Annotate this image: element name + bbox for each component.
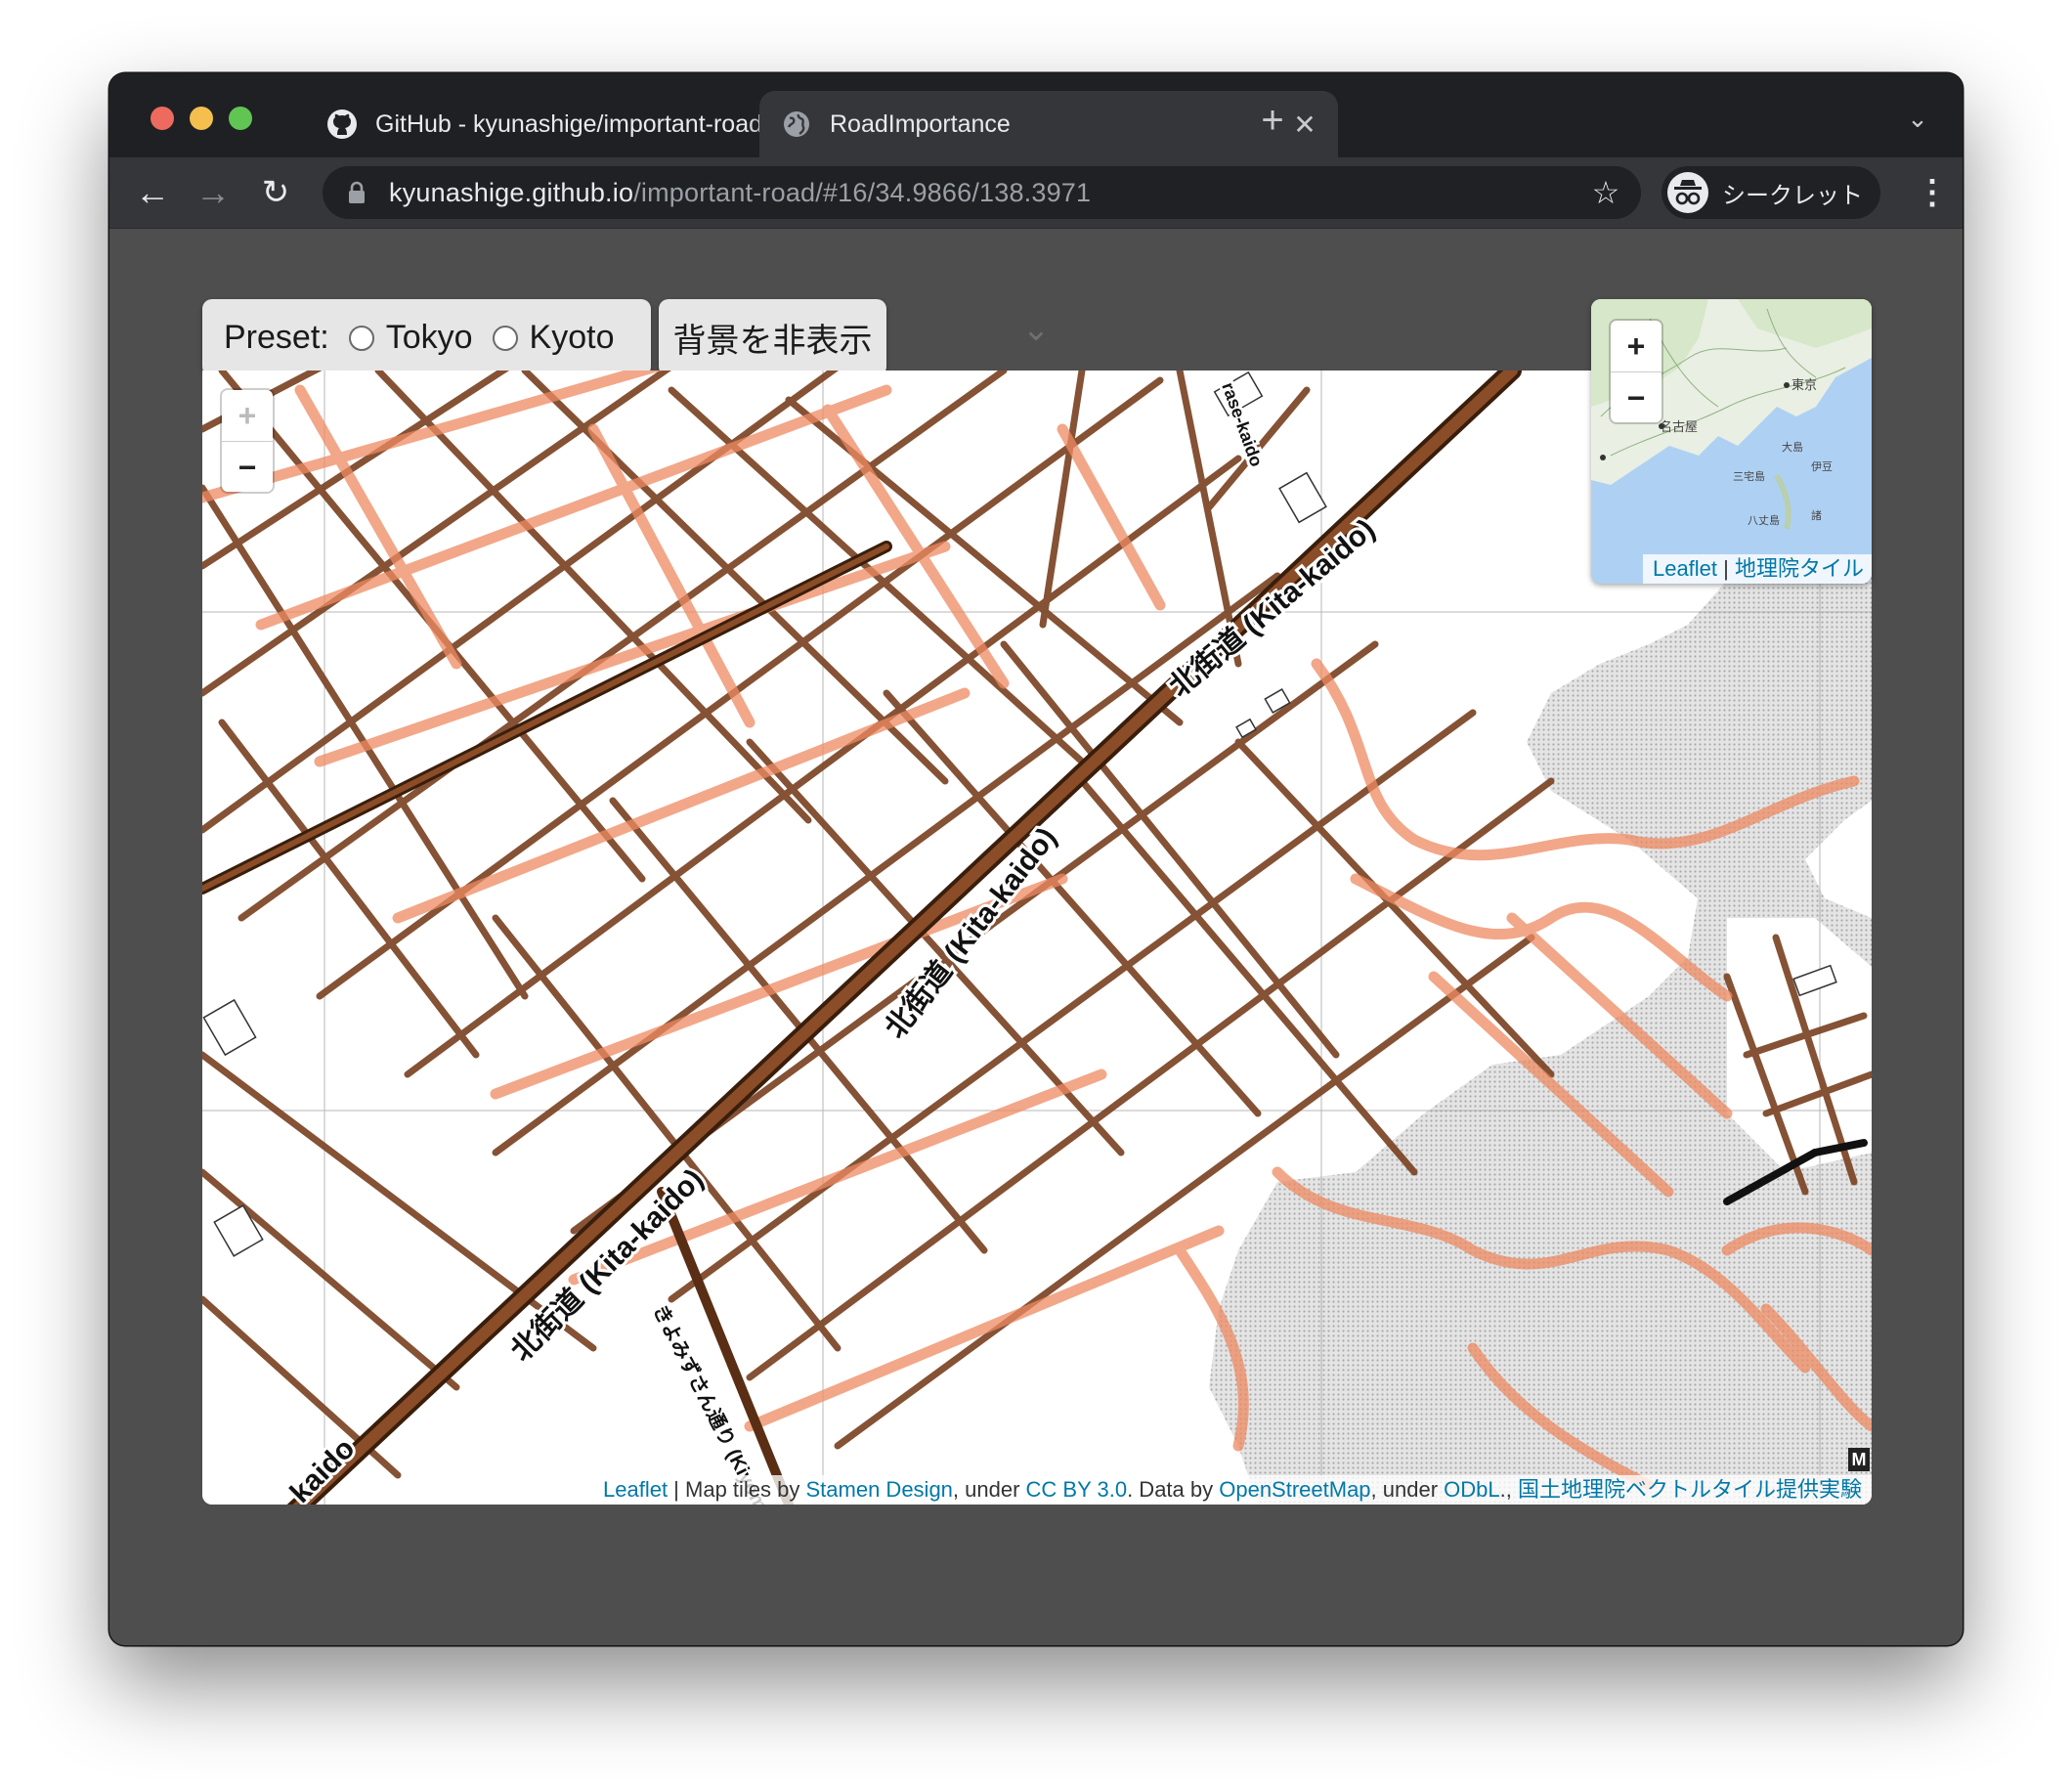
- gsi-link[interactable]: 国土地理院ベクトルタイル提供実験: [1518, 1477, 1862, 1502]
- new-tab-button[interactable]: +: [1251, 99, 1294, 142]
- preset-tokyo-label[interactable]: Tokyo: [386, 319, 473, 357]
- attribution-separator: |: [1717, 556, 1735, 581]
- map-attribution: Leaflet | Map tiles by Stamen Design, un…: [597, 1475, 1872, 1505]
- url-host: kyunashige.github.io: [389, 178, 634, 207]
- browser-toolbar: ← → ↻ kyunashige.github.io/important-roa…: [109, 157, 1963, 229]
- minimap-attribution: Leaflet | 地理院タイル: [1642, 554, 1872, 584]
- preset-kyoto-radio[interactable]: [492, 325, 518, 351]
- attribution-text: , under: [1370, 1477, 1445, 1502]
- place-label: 三宅島: [1733, 469, 1765, 483]
- attribution-text: . Data by: [1127, 1477, 1220, 1502]
- minimize-window-button[interactable]: [190, 107, 213, 130]
- attribution-text: , under: [952, 1477, 1026, 1502]
- page-viewport: Preset: Tokyo Kyoto 背景を非表示 ⌄ 北街道 (Kita-k…: [109, 229, 1963, 1645]
- cc-by-link[interactable]: CC BY 3.0: [1026, 1477, 1128, 1502]
- place-label: 伊豆: [1811, 460, 1833, 473]
- gsi-tiles-link[interactable]: 地理院タイル: [1735, 556, 1864, 581]
- minimap-zoom-in-button[interactable]: +: [1611, 321, 1662, 372]
- preset-tokyo-radio[interactable]: [348, 325, 374, 351]
- zoom-out-button[interactable]: −: [222, 442, 273, 493]
- url-path: /important-road/#16/34.9866/138.3971: [633, 178, 1092, 207]
- github-icon: [327, 109, 357, 139]
- tab-title: GitHub - kyunashige/important-road: [375, 109, 763, 138]
- forward-button[interactable]: →: [190, 169, 237, 216]
- osm-link[interactable]: OpenStreetMap: [1219, 1477, 1370, 1502]
- incognito-label: シークレット: [1722, 182, 1863, 209]
- attribution-text: .,: [1499, 1477, 1518, 1502]
- bookmark-star-icon[interactable]: ☆: [1588, 174, 1623, 211]
- place-label: 八丈島: [1748, 513, 1780, 527]
- fullscreen-window-button[interactable]: [229, 107, 252, 130]
- browser-window: GitHub - kyunashige/important-road ✕ Roa…: [109, 73, 1963, 1645]
- odbl-link[interactable]: ODbL: [1444, 1477, 1499, 1502]
- hide-background-button[interactable]: 背景を非表示: [659, 299, 886, 376]
- place-label: 大島: [1782, 440, 1803, 454]
- minimap-zoom-out-button[interactable]: −: [1611, 372, 1662, 423]
- attribution-text: | Map tiles by: [668, 1477, 806, 1502]
- minimap-zoom-control: + −: [1611, 321, 1662, 422]
- leaflet-link[interactable]: Leaflet: [603, 1477, 668, 1502]
- map-zoom-control: + −: [222, 390, 273, 492]
- incognito-icon: [1667, 172, 1708, 213]
- url-text[interactable]: kyunashige.github.io/important-road/#16/…: [389, 166, 1091, 219]
- lock-icon[interactable]: [344, 180, 369, 205]
- browser-menu-icon[interactable]: ⋮: [1916, 171, 1949, 214]
- close-window-button[interactable]: [151, 107, 174, 130]
- address-bar[interactable]: kyunashige.github.io/important-road/#16/…: [323, 166, 1641, 219]
- tab-title: RoadImportance: [830, 109, 1011, 138]
- chevron-down-icon[interactable]: ⌄: [1016, 313, 1056, 346]
- zoom-in-button[interactable]: +: [222, 390, 273, 442]
- place-label: 名古屋: [1660, 419, 1698, 434]
- overview-minimap[interactable]: 名古屋 東京 大島 三宅島 伊豆 八丈島 諸 + − Leaflet | 地理院…: [1591, 299, 1872, 584]
- place-label: 東京: [1791, 377, 1817, 392]
- incognito-indicator[interactable]: シークレット: [1662, 166, 1880, 219]
- leaflet-link[interactable]: Leaflet: [1653, 556, 1717, 581]
- corner-badge: M: [1848, 1448, 1870, 1471]
- tab-search-chevron-icon[interactable]: ⌄: [1898, 99, 1937, 138]
- back-button[interactable]: ←: [129, 169, 176, 216]
- place-label: 諸: [1811, 508, 1822, 522]
- preset-kyoto-label[interactable]: Kyoto: [530, 319, 615, 357]
- tab-strip: GitHub - kyunashige/important-road ✕ Roa…: [109, 73, 1963, 157]
- preset-control: Preset: Tokyo Kyoto: [202, 299, 651, 376]
- globe-icon: [784, 111, 809, 137]
- preset-label: Preset:: [224, 319, 329, 356]
- stamen-link[interactable]: Stamen Design: [806, 1477, 953, 1502]
- reload-button[interactable]: ↻: [252, 169, 299, 216]
